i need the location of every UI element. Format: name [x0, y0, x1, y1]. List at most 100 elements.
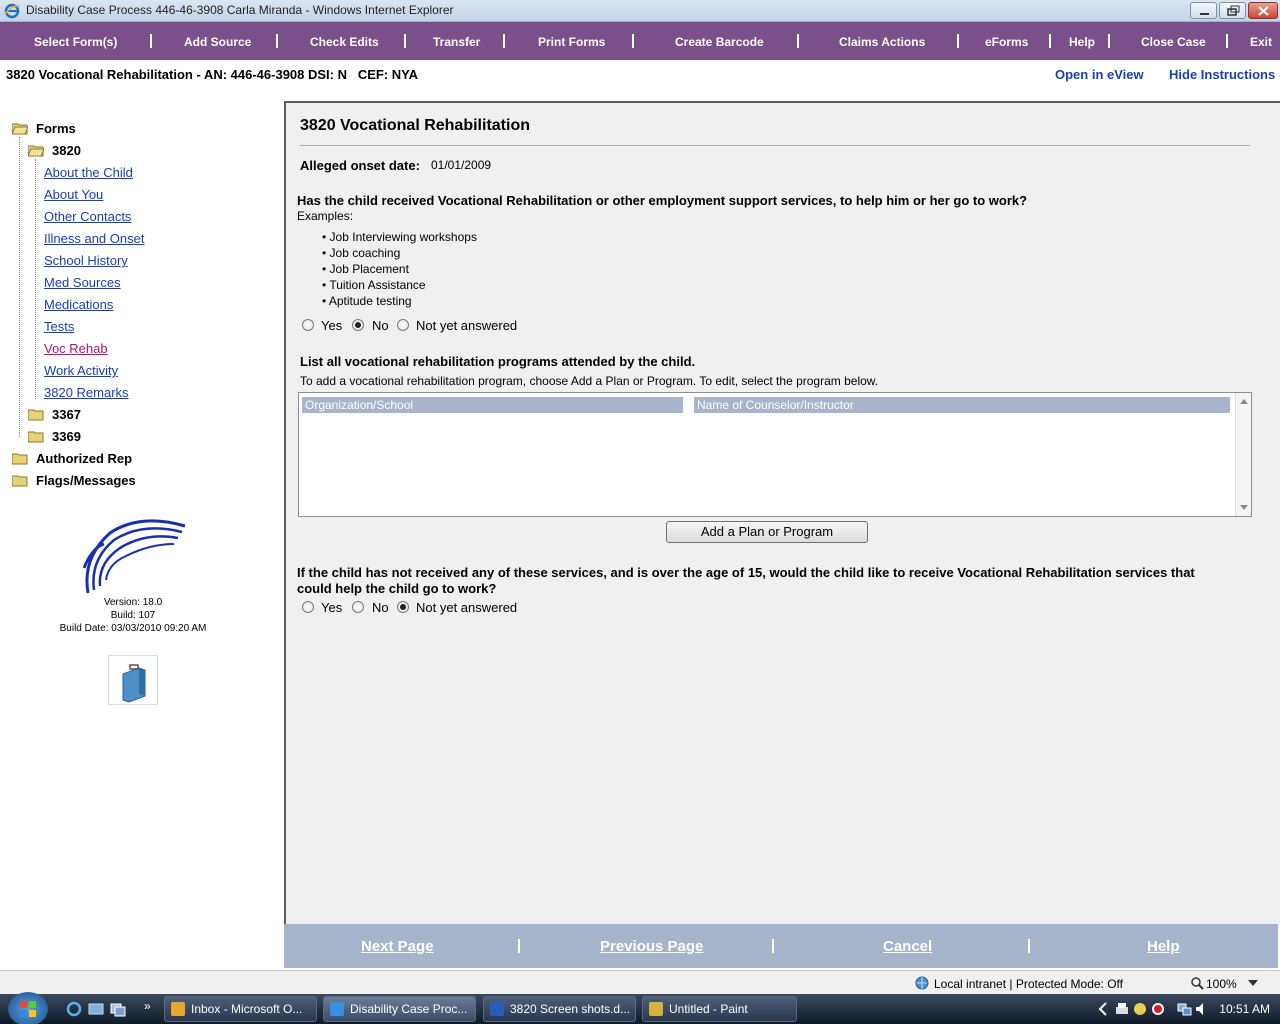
menu-separator — [797, 34, 799, 48]
window-title-bar: Disability Case Process 446-46-3908 Carl… — [0, 0, 1280, 22]
quick-launch-desktop-icon[interactable] — [88, 1001, 104, 1017]
q2-yes-radio[interactable] — [302, 601, 314, 613]
menu-check-edits[interactable]: Check Edits — [310, 35, 379, 49]
quick-launch-ie-icon[interactable] — [66, 1001, 82, 1017]
chevron-down-icon[interactable] — [1248, 980, 1258, 986]
windows-logo-icon — [20, 1001, 36, 1017]
tree-link-voc-rehab[interactable]: Voc Rehab — [44, 341, 108, 356]
q2-not-answered-label: Not yet answered — [416, 600, 518, 615]
tree-link-about-you[interactable]: About You — [44, 187, 103, 202]
taskbar-outlook[interactable]: Inbox - Microsoft O... — [164, 996, 317, 1022]
tree-link-medications[interactable]: Medications — [44, 297, 113, 312]
menu-create-barcode[interactable]: Create Barcode — [675, 35, 764, 49]
restore-icon — [1227, 5, 1240, 16]
menu-separator — [1108, 34, 1110, 48]
page-navigation-bar: Next Page Previous Page Cancel Help — [284, 924, 1278, 968]
list-item: • Aptitude testing — [322, 294, 412, 308]
case-header: 3820 Vocational Rehabilitation - AN: 446… — [0, 60, 1280, 90]
volume-icon[interactable] — [1194, 1001, 1210, 1017]
taskbar-word-doc[interactable]: 3820 Screen shots.d... — [483, 996, 636, 1022]
q1-yes-radio[interactable] — [302, 319, 314, 331]
menu-transfer[interactable]: Transfer — [433, 35, 480, 49]
menu-separator — [957, 34, 959, 48]
build-date-text: Build Date: 03/03/2010 09:20 AM — [59, 623, 207, 634]
menu-separator — [1049, 34, 1051, 48]
tree-link-med-sources[interactable]: Med Sources — [44, 275, 121, 290]
q2-no-radio[interactable] — [352, 601, 364, 613]
q2-not-answered-radio[interactable] — [397, 601, 409, 613]
briefcase-icon[interactable] — [108, 655, 158, 705]
next-page-button[interactable]: Next Page — [361, 938, 434, 955]
taskbar-clock[interactable]: 10:51 AM — [1219, 1002, 1270, 1016]
tree-link-work-activity[interactable]: Work Activity — [44, 363, 118, 378]
cancel-button[interactable]: Cancel — [883, 938, 932, 955]
add-plan-button[interactable]: Add a Plan or Program — [666, 521, 868, 543]
question-voc-rehab-received: Has the child received Vocational Rehabi… — [297, 193, 1028, 208]
internet-explorer-icon — [4, 3, 20, 19]
open-in-eview-link[interactable]: Open in eView — [1055, 67, 1144, 82]
restore-button[interactable] — [1219, 2, 1246, 19]
onset-value: 01/01/2009 — [431, 158, 492, 172]
ie-icon — [330, 1002, 344, 1016]
open-folder-icon — [12, 123, 28, 135]
tree-link-school-history[interactable]: School History — [44, 253, 128, 268]
open-folder-icon — [28, 145, 44, 157]
grid-header-organization[interactable]: Organization/School — [302, 397, 683, 413]
window-title: Disability Case Process 446-46-3908 Carl… — [26, 3, 454, 17]
eagle-logo-icon — [82, 519, 186, 594]
case-title: 3820 Vocational Rehabilitation - AN: 446… — [6, 67, 419, 82]
menu-close-case[interactable]: Close Case — [1141, 35, 1206, 49]
minimize-button[interactable] — [1190, 2, 1217, 19]
overflow-chevron-icon[interactable]: » — [144, 999, 151, 1013]
menu-separator — [404, 34, 406, 48]
nav-separator — [518, 939, 520, 953]
menu-exit[interactable]: Exit — [1250, 35, 1272, 49]
messenger-icon[interactable] — [1132, 1001, 1148, 1017]
browser-status-bar: Local intranet | Protected Mode: Off 100… — [0, 970, 1280, 994]
tree-link-illness-and-onset[interactable]: Illness and Onset — [44, 231, 144, 246]
list-item: • Tuition Assistance — [322, 278, 426, 292]
menu-add-source[interactable]: Add Source — [184, 35, 251, 49]
start-button[interactable] — [8, 992, 48, 1024]
security-alert-icon[interactable] — [1150, 1001, 1166, 1017]
grid-header-counselor[interactable]: Name of Counselor/Instructor — [694, 397, 1230, 413]
main-menu-bar: Select Form(s) Add Source Check Edits Tr… — [0, 22, 1280, 60]
tray-expand-icon[interactable] — [1098, 1002, 1108, 1016]
q1-no-radio[interactable] — [352, 319, 364, 331]
menu-claims-actions[interactable]: Claims Actions — [839, 35, 925, 49]
menu-help[interactable]: Help — [1069, 35, 1095, 49]
tree-link-about-the-child[interactable]: About the Child — [44, 165, 133, 180]
menu-select-forms[interactable]: Select Form(s) — [34, 35, 117, 49]
title-divider — [300, 145, 1250, 146]
q2-yes-label: Yes — [321, 600, 343, 615]
quick-launch-switch-icon[interactable] — [110, 1001, 126, 1017]
taskbar-paint[interactable]: Untitled - Paint — [642, 996, 797, 1022]
network-icon[interactable] — [1176, 1001, 1192, 1017]
build-text: Build: 107 — [110, 610, 156, 621]
form-content-pane: 3820 Vocational Rehabilitation Alleged o… — [284, 101, 1280, 924]
form-title: 3820 Vocational Rehabilitation — [300, 117, 530, 134]
tree-link-3820-remarks[interactable]: 3820 Remarks — [44, 385, 129, 400]
help-button[interactable]: Help — [1147, 938, 1180, 955]
menu-separator — [503, 34, 505, 48]
menu-print-forms[interactable]: Print Forms — [538, 35, 605, 49]
tree-link-tests[interactable]: Tests — [44, 319, 74, 334]
q1-not-answered-radio[interactable] — [397, 319, 409, 331]
menu-eforms[interactable]: eForms — [985, 35, 1028, 49]
minimize-icon — [1200, 13, 1209, 15]
folder-icon — [12, 453, 28, 465]
zoom-level[interactable]: 100% — [1206, 977, 1237, 991]
close-window-button[interactable] — [1248, 2, 1278, 19]
taskbar-disability-case[interactable]: Disability Case Proc... — [323, 996, 476, 1022]
folder-icon — [28, 409, 44, 421]
form-navigation-tree: Forms 3820 About the Child About You Oth… — [0, 103, 284, 969]
printer-icon[interactable] — [1114, 1001, 1130, 1017]
grid-scrollbar[interactable] — [1235, 393, 1251, 516]
list-item: • Job Interviewing workshops — [322, 230, 477, 244]
tree-link-other-contacts[interactable]: Other Contacts — [44, 209, 131, 224]
hide-instructions-link[interactable]: Hide Instructions — [1169, 67, 1275, 82]
programs-grid[interactable]: Organization/School Name of Counselor/In… — [298, 392, 1252, 517]
q1-yes-label: Yes — [321, 318, 343, 333]
previous-page-button[interactable]: Previous Page — [600, 938, 703, 955]
scroll-arrows-icon — [1240, 399, 1248, 510]
